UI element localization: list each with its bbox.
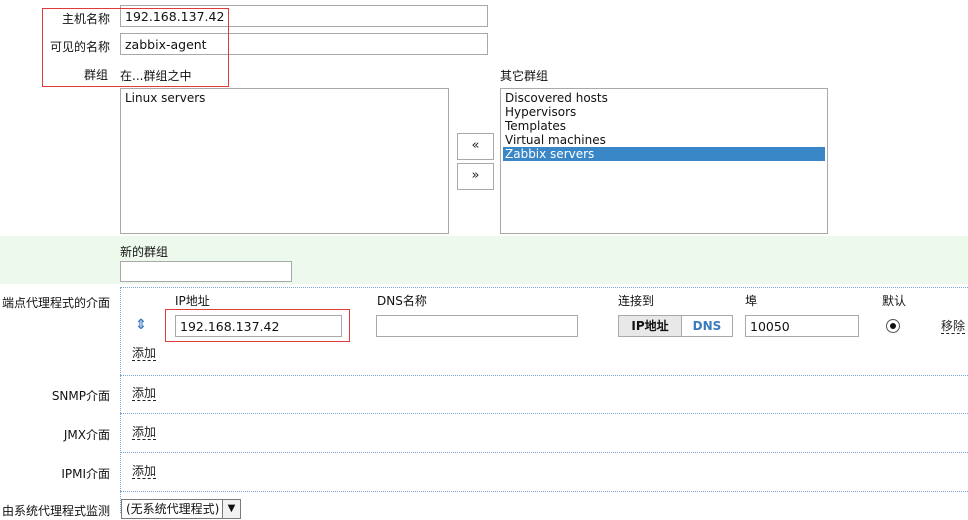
list-item[interactable]: Hypervisors: [503, 105, 825, 119]
in-groups-label: 在...群组之中: [120, 69, 192, 83]
default-radio[interactable]: [886, 319, 900, 333]
visible-name-label: 可见的名称: [49, 40, 110, 54]
jmx-label: JMX介面: [63, 428, 110, 442]
list-item[interactable]: Virtual machines: [503, 133, 825, 147]
proxy-label: 由系统代理程式监测: [1, 504, 110, 518]
col-default-header: 默认: [882, 294, 907, 308]
list-item[interactable]: Linux servers: [123, 91, 446, 105]
add-snmp-interface-link[interactable]: 添加: [132, 387, 157, 401]
hostname-input[interactable]: [120, 5, 488, 27]
add-agent-interface-link[interactable]: 添加: [132, 347, 157, 361]
list-item-selected[interactable]: Zabbix servers: [503, 147, 825, 161]
divider: [120, 413, 968, 414]
snmp-label: SNMP介面: [51, 389, 110, 403]
chevron-down-icon[interactable]: ▼: [222, 500, 240, 518]
connect-ip-button[interactable]: IP地址: [618, 315, 682, 337]
other-groups-list[interactable]: Discovered hosts Hypervisors Templates V…: [500, 88, 828, 234]
remove-interface-link[interactable]: 移除: [941, 320, 966, 334]
proxy-select[interactable]: (无系统代理程式) ▼: [121, 499, 241, 519]
add-jmx-interface-link[interactable]: 添加: [132, 426, 157, 440]
drag-handle-icon[interactable]: ⇕: [135, 317, 147, 333]
connect-dns-button[interactable]: DNS: [681, 315, 733, 337]
proxy-select-value: (无系统代理程式): [126, 502, 220, 516]
agent-port-input[interactable]: [745, 315, 859, 337]
divider: [120, 491, 968, 492]
col-connect-header: 连接到: [618, 294, 655, 308]
divider: [120, 287, 121, 513]
other-groups-label: 其它群组: [500, 69, 549, 83]
ipmi-label: IPMI介面: [61, 467, 110, 481]
hostname-label: 主机名称: [61, 12, 110, 26]
col-dns-header: DNS名称: [377, 294, 427, 308]
agent-ip-input[interactable]: [175, 315, 342, 337]
list-item[interactable]: Discovered hosts: [503, 91, 825, 105]
move-right-button[interactable]: »: [457, 163, 494, 190]
agent-interfaces-label: 端点代理程式的介面: [1, 296, 110, 310]
new-group-input[interactable]: [120, 261, 292, 282]
divider: [120, 375, 968, 376]
new-group-label: 新的群组: [120, 245, 169, 259]
move-left-button[interactable]: «: [457, 133, 494, 160]
agent-dns-input[interactable]: [376, 315, 578, 337]
in-groups-list[interactable]: Linux servers: [120, 88, 449, 234]
groups-label: 群组: [83, 68, 108, 82]
visible-name-input[interactable]: [120, 33, 488, 55]
divider: [120, 287, 968, 288]
list-item[interactable]: Templates: [503, 119, 825, 133]
col-ip-header: IP地址: [175, 294, 210, 308]
add-ipmi-interface-link[interactable]: 添加: [132, 465, 157, 479]
col-port-header: 埠: [745, 294, 758, 308]
radio-dot-icon: [890, 323, 896, 329]
divider: [120, 452, 968, 453]
